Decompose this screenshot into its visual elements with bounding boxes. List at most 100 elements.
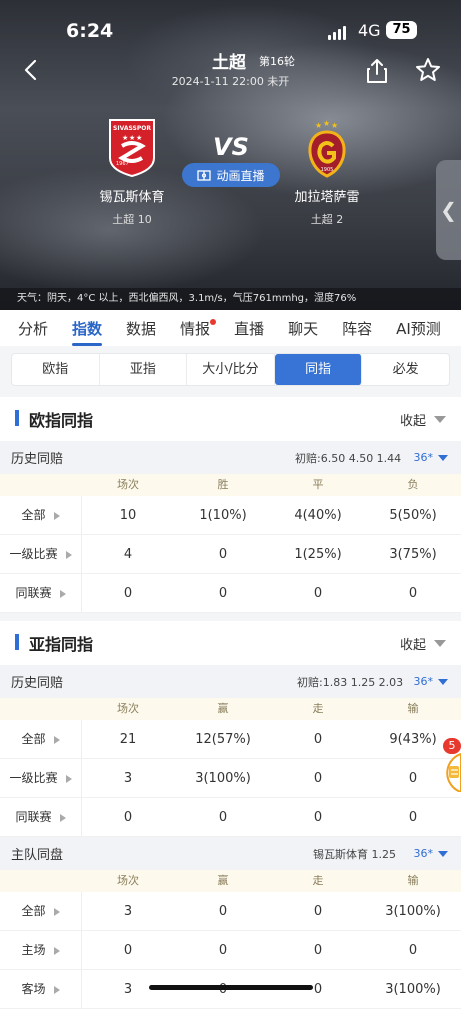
favorite-star-icon[interactable] (415, 57, 441, 83)
row-label: 同联赛 (0, 798, 82, 836)
col-draw: 平 (312, 478, 324, 491)
section-header: 亚指同指 收起 (0, 621, 461, 665)
subtab-same-odds[interactable]: 同指 (274, 354, 363, 385)
home-team[interactable]: SIVASSPOR ★ ★ ★ 1967 锡瓦斯体育 土超 10 (62, 118, 202, 227)
triangle-right-icon (53, 907, 60, 916)
collapse-button[interactable]: 收起 (400, 634, 446, 653)
triangle-right-icon (53, 511, 60, 520)
cell: 0 (408, 943, 418, 958)
column-header: 场次 赢 走 输 (0, 870, 461, 892)
svg-text:★: ★ (323, 119, 330, 128)
floating-badge: 5 (443, 738, 461, 754)
group-title: 历史同赔 (11, 676, 64, 691)
collapse-button[interactable]: 收起 (400, 410, 446, 429)
tab-analysis[interactable]: 分析 (18, 318, 48, 339)
cell: 5(50%) (389, 508, 437, 523)
svg-text:★: ★ (129, 134, 135, 142)
tab-intel[interactable]: 情报 (180, 318, 217, 339)
collapse-label: 收起 (399, 413, 426, 429)
svg-text:★: ★ (331, 121, 338, 130)
row-label: 一级比赛 (0, 535, 82, 573)
subtab-over-under[interactable]: 大小/比分 (187, 354, 275, 385)
weather-bar: 天气：阴天，4°C 以上，西北偏西风，3.1m/s，气压761mmhg，湿度76… (0, 288, 461, 310)
vs-label: VS (213, 133, 249, 161)
cell: 1(25%) (294, 547, 342, 562)
table-row[interactable]: 同联赛 0 0 0 0 (0, 574, 461, 613)
triangle-down-icon (438, 850, 448, 857)
table-row[interactable]: 一级比赛 3 3(100%) 0 0 (0, 759, 461, 798)
company-name: 36* (413, 675, 434, 688)
match-datetime: 2024-1-11 22:00 未开 (171, 75, 290, 88)
col-win: 胜 (217, 478, 229, 491)
table-row[interactable]: 主场 0 0 0 0 (0, 931, 461, 970)
away-team-name: 加拉塔萨雷 (294, 190, 360, 205)
table-row[interactable]: 全部 3 0 0 3(100%) (0, 892, 461, 931)
tab-data[interactable]: 数据 (126, 318, 156, 339)
table-row[interactable]: 全部 21 12(57%) 0 9(43%) (0, 720, 461, 759)
triangle-right-icon (53, 985, 60, 994)
subtab-asian[interactable]: 亚指 (100, 354, 188, 385)
cell: 0 (218, 547, 228, 562)
company-selector[interactable]: 36* (413, 675, 448, 688)
row-label: 主场 (0, 931, 82, 969)
initial-odds: 初赔:1.83 1.25 2.03 (297, 675, 404, 689)
round-label: 第16轮 (259, 55, 295, 68)
svg-text:★: ★ (315, 121, 322, 130)
cell: 0 (408, 810, 418, 825)
col-push: 走 (312, 874, 324, 887)
section-title: 欧指同指 (29, 411, 94, 430)
subtab-euro[interactable]: 欧指 (12, 354, 100, 385)
triangle-right-icon (65, 550, 72, 559)
tab-lineup[interactable]: 阵容 (342, 318, 372, 339)
collapse-label: 收起 (399, 637, 426, 653)
cell: 4 (123, 547, 133, 562)
section-title: 亚指同指 (29, 635, 94, 654)
cell: 3 (123, 771, 133, 786)
row-label: 全部 (0, 892, 82, 930)
section-header: 欧指同指 收起 (0, 397, 461, 441)
group-title: 历史同赔 (11, 452, 64, 467)
tab-odds[interactable]: 指数 (72, 318, 103, 346)
col-loss: 输 (407, 874, 419, 887)
cell: 0 (313, 943, 323, 958)
side-drawer-handle[interactable]: ❮ (436, 160, 461, 260)
table-row[interactable]: 全部 10 1(10%) 4(40%) 5(50%) (0, 496, 461, 535)
triangle-right-icon (65, 774, 72, 783)
row-label: 客场 (0, 970, 82, 1008)
floating-article-button[interactable]: 5 (439, 738, 461, 796)
tab-ai-prediction[interactable]: AI预测 (396, 318, 441, 339)
table-row[interactable]: 一级比赛 4 0 1(25%) 3(75%) (0, 535, 461, 574)
cell: 0 (313, 810, 323, 825)
triangle-right-icon (59, 813, 66, 822)
company-selector[interactable]: 36* (413, 451, 448, 464)
row-label: 全部 (0, 496, 82, 534)
cell: 0 (313, 904, 323, 919)
cell: 3(100%) (385, 982, 441, 997)
sivasspor-logo: SIVASSPOR ★ ★ ★ 1967 (109, 119, 155, 178)
signal-icon (328, 26, 346, 40)
tab-live[interactable]: 直播 (234, 318, 264, 339)
euro-same-odds-section: 欧指同指 收起 历史同赔 初赔:6.50 4.50 1.44 36* 场次 胜 … (0, 397, 461, 613)
triangle-down-icon (434, 639, 446, 647)
pitch-icon (197, 169, 212, 181)
cell: 3(100%) (385, 904, 441, 919)
battery-icon: 75 (386, 21, 417, 39)
cell: 0 (123, 810, 133, 825)
share-icon[interactable] (365, 58, 389, 84)
section-accent-bar (15, 634, 19, 650)
subtab-betfair[interactable]: 必发 (362, 354, 449, 385)
company-name: 36* (413, 451, 434, 464)
away-team-rank: 土超 2 (310, 213, 344, 226)
table-row[interactable]: 同联赛 0 0 0 0 (0, 798, 461, 837)
group-header: 历史同赔 初赔:6.50 4.50 1.44 36* (0, 441, 461, 474)
svg-text:1905: 1905 (321, 167, 334, 173)
away-team[interactable]: ★ ★ ★ 1905 加拉塔萨雷 土超 2 (257, 118, 397, 227)
triangle-down-icon (434, 415, 446, 423)
row-label: 全部 (0, 720, 82, 758)
col-loss: 输 (407, 702, 419, 715)
row-label: 同联赛 (0, 574, 82, 612)
company-selector[interactable]: 36* (414, 847, 448, 860)
odds-subtabs: 欧指 亚指 大小/比分 同指 必发 (11, 353, 450, 386)
galatasaray-logo: ★ ★ ★ 1905 (308, 119, 346, 178)
tab-chat[interactable]: 聊天 (288, 318, 318, 339)
